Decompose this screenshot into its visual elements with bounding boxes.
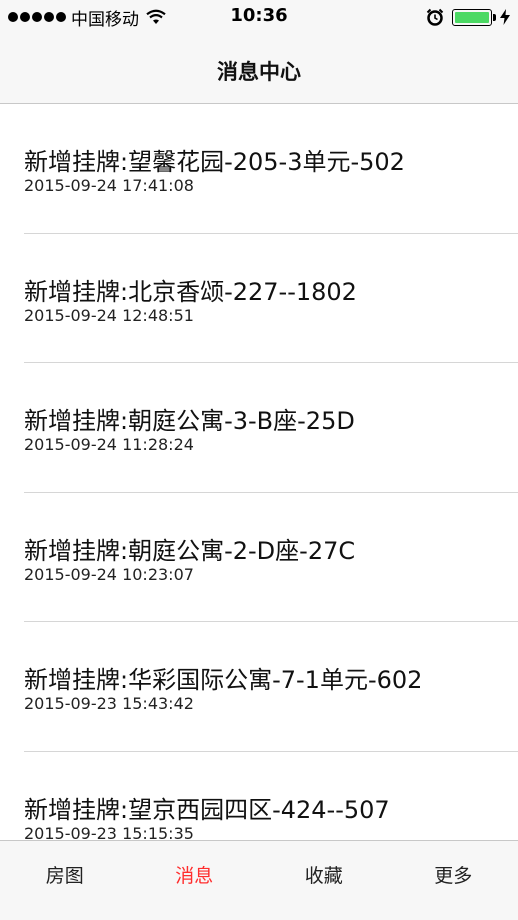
message-row[interactable]: 新增挂牌:朝庭公寓-2-D座-27C 2015-09-24 10:23:07 bbox=[0, 493, 518, 623]
message-title: 新增挂牌:望馨花园-205-3单元-502 bbox=[24, 148, 405, 176]
battery-icon bbox=[452, 8, 496, 26]
tab-bar: 房图 消息 收藏 更多 bbox=[0, 840, 518, 920]
message-title: 新增挂牌:北京香颂-227--1802 bbox=[24, 277, 357, 306]
message-time: 2015-09-24 12:48:51 bbox=[24, 305, 194, 325]
message-title: 新增挂牌:华彩国际公寓-7-1单元-602 bbox=[24, 666, 423, 695]
tab-messages[interactable]: 消息 bbox=[130, 841, 260, 920]
tab-more[interactable]: 更多 bbox=[389, 841, 518, 920]
message-title: 新增挂牌:望京西园四区-424--507 bbox=[24, 795, 390, 824]
tab-favorites[interactable]: 收藏 bbox=[259, 841, 389, 920]
status-bar: 中国移动 10:36 bbox=[0, 0, 518, 34]
status-right bbox=[426, 6, 510, 28]
message-row[interactable]: 新增挂牌:朝庭公寓-3-B座-25D 2015-09-24 11:28:24 bbox=[0, 363, 518, 493]
message-row[interactable]: 新增挂牌:华彩国际公寓-7-1单元-602 2015-09-23 15:43:4… bbox=[0, 622, 518, 752]
message-time: 2015-09-24 17:41:08 bbox=[24, 176, 194, 195]
message-time: 2015-09-24 10:23:07 bbox=[24, 564, 194, 584]
tab-fangtu[interactable]: 房图 bbox=[0, 841, 130, 920]
message-time: 2015-09-24 11:28:24 bbox=[24, 435, 194, 455]
message-title: 新增挂牌:朝庭公寓-3-B座-25D bbox=[24, 407, 355, 436]
page-title: 消息中心 bbox=[217, 60, 301, 84]
message-title: 新增挂牌:朝庭公寓-2-D座-27C bbox=[24, 536, 356, 565]
message-row[interactable]: 新增挂牌:望京西园四区-424--507 2015-09-23 15:15:35 bbox=[0, 752, 518, 840]
screen: 中国移动 10:36 消息中心 新增挂牌:望馨花园-205-3单元-502 20… bbox=[0, 0, 518, 920]
message-list[interactable]: 新增挂牌:望馨花园-205-3单元-502 2015-09-24 17:41:0… bbox=[0, 104, 518, 840]
message-time: 2015-09-23 15:15:35 bbox=[24, 823, 194, 840]
charging-bolt-icon bbox=[500, 9, 510, 25]
alarm-clock-icon bbox=[426, 8, 444, 26]
message-time: 2015-09-23 15:43:42 bbox=[24, 694, 194, 714]
message-row[interactable]: 新增挂牌:北京香颂-227--1802 2015-09-24 12:48:51 bbox=[0, 234, 518, 364]
message-row[interactable]: 新增挂牌:望馨花园-205-3单元-502 2015-09-24 17:41:0… bbox=[0, 104, 518, 234]
navigation-bar: 消息中心 bbox=[0, 34, 518, 104]
